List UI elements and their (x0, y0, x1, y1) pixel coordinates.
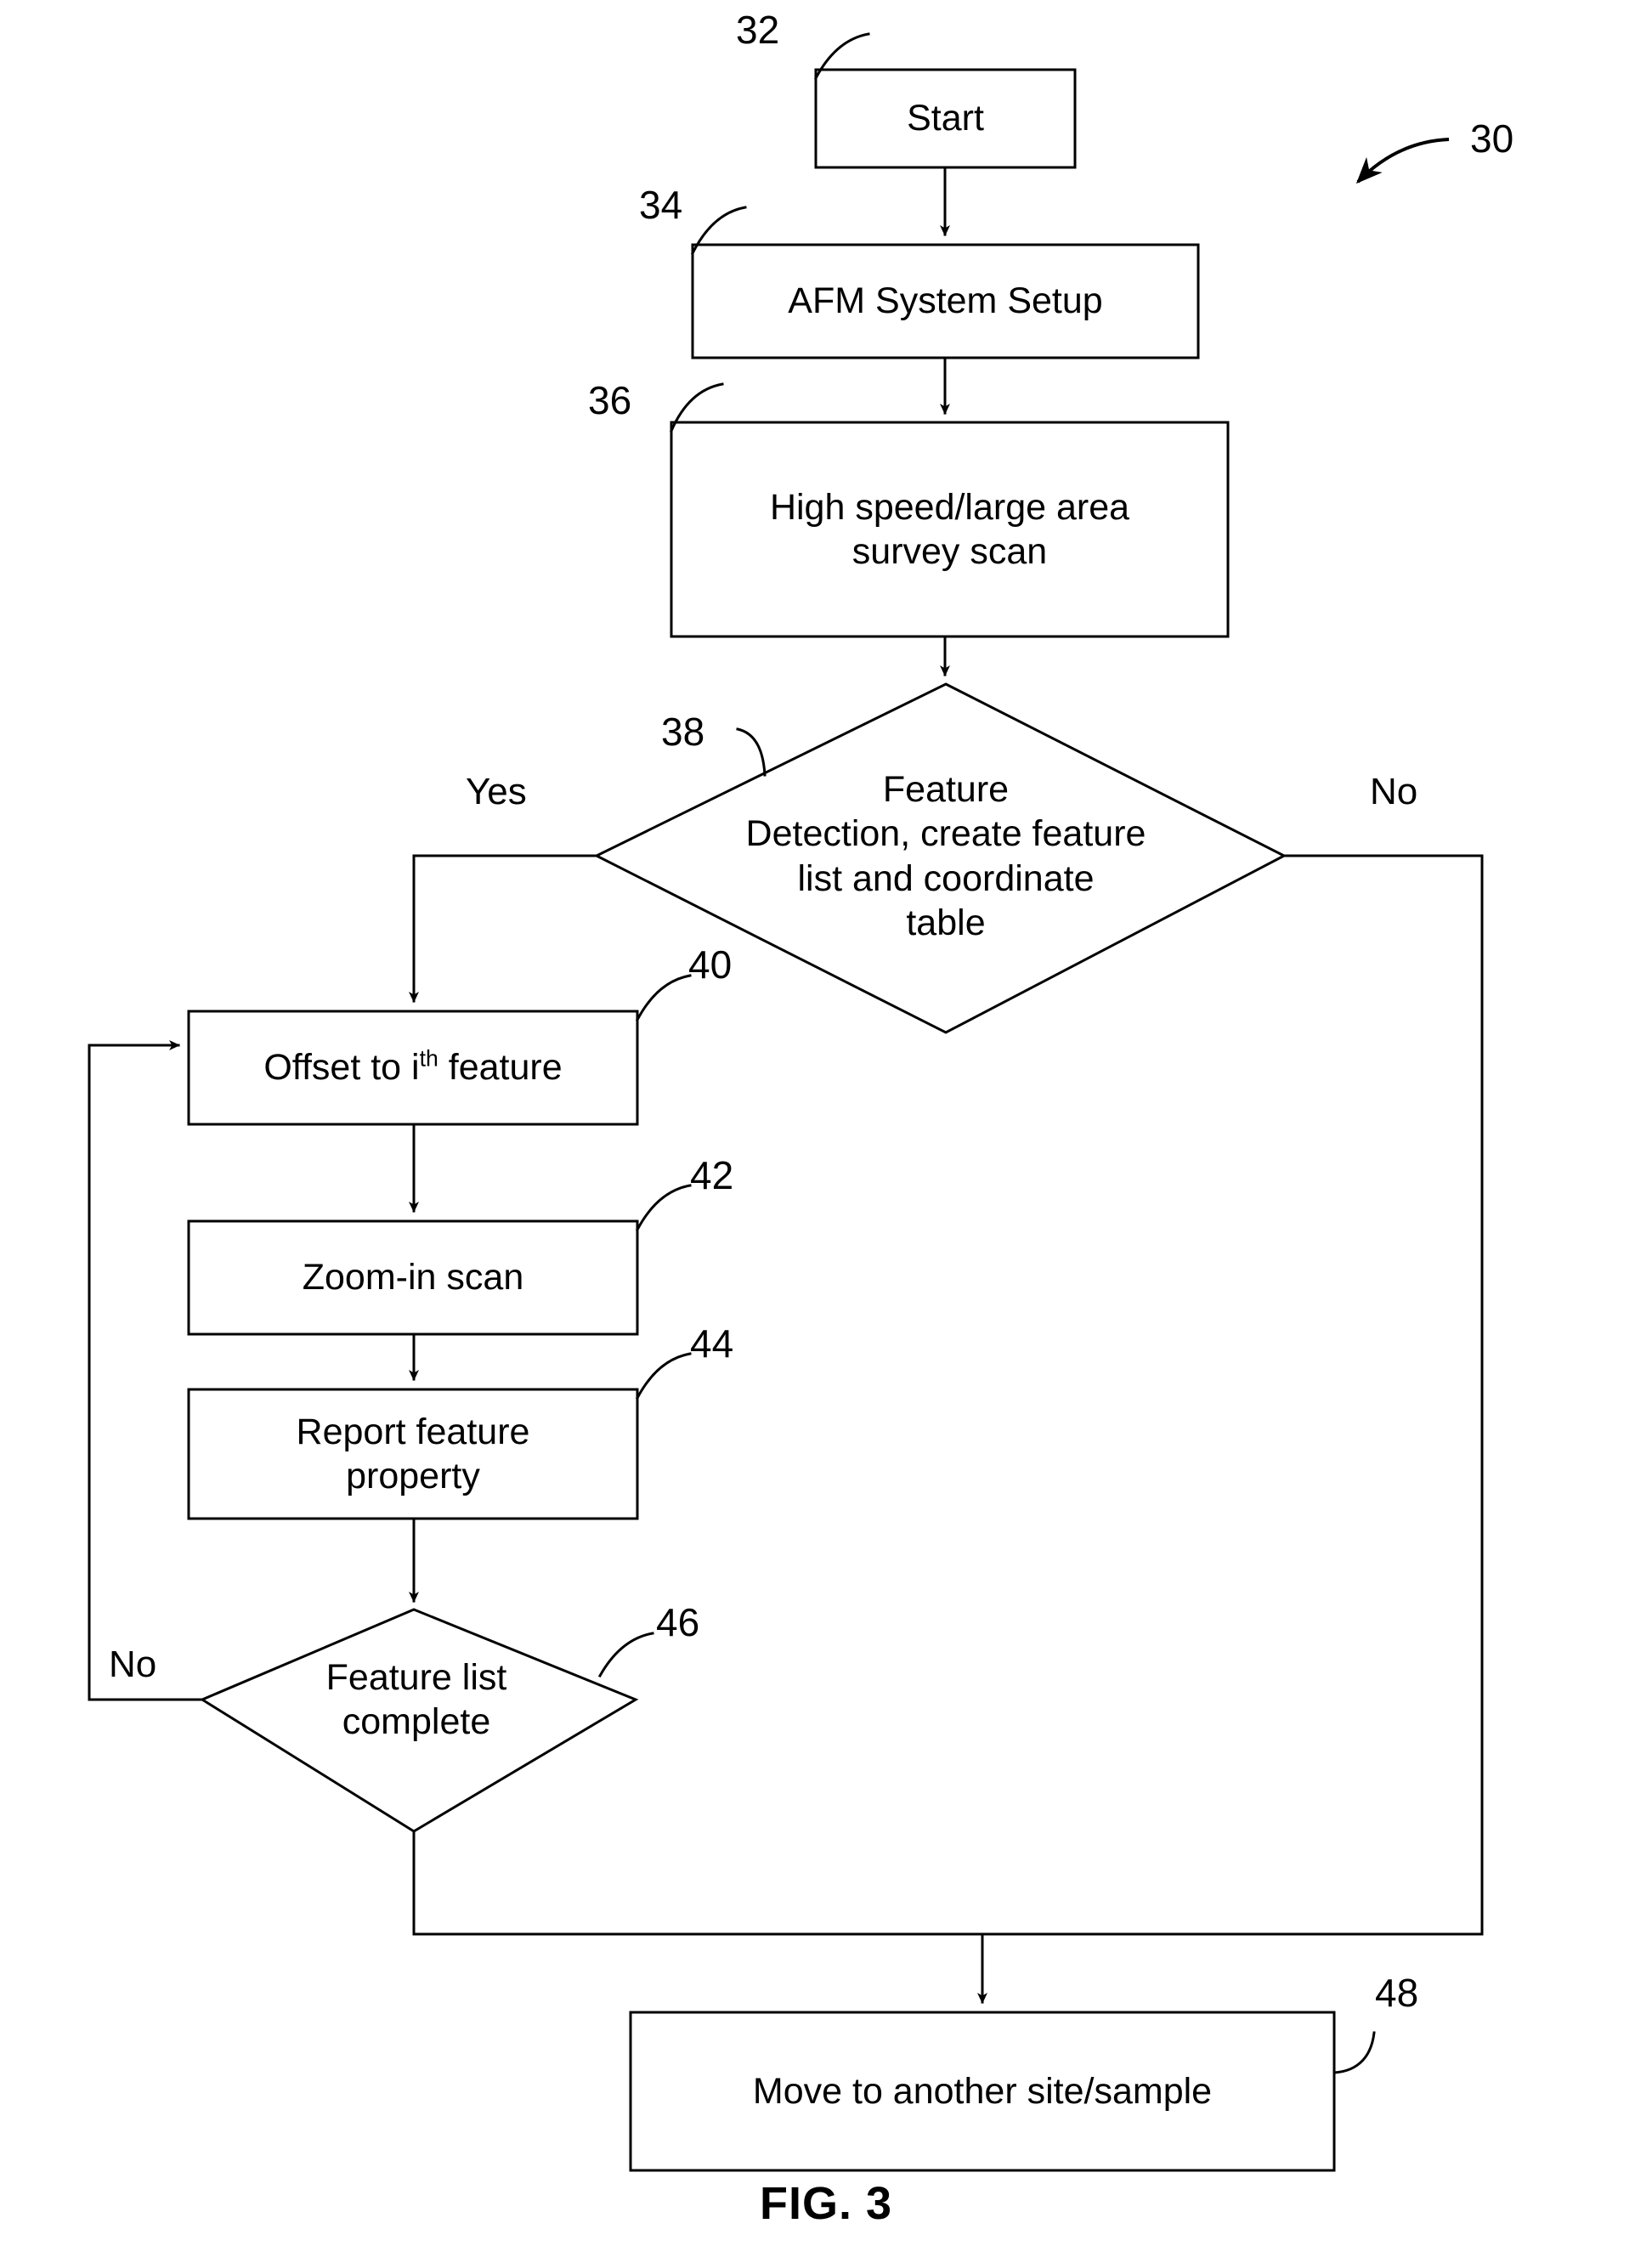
ref-numeral-48: 48 (1375, 1971, 1419, 2015)
leader-ref-48 (1332, 2031, 1376, 2074)
leader-ref-38 (736, 727, 767, 777)
ref-numeral-34: 34 (639, 183, 683, 227)
node-shape-move-site (629, 2011, 1336, 2172)
ref-numeral-46: 46 (656, 1600, 700, 1644)
ref-numeral-38: 38 (661, 710, 705, 754)
leader-ref-34 (690, 206, 747, 256)
flowchart-canvas (88, 32, 1484, 2172)
edge-label-detection-yes: Yes (466, 771, 527, 812)
leader-ref-42 (635, 1184, 692, 1232)
edge-list-complete-no-loopback (88, 1040, 204, 1701)
ref-numeral-40: 40 (688, 942, 733, 987)
ref-numeral-32: 32 (736, 8, 780, 52)
node-shape-report-property (187, 1388, 639, 1520)
leader-ref-30-arrow (1355, 138, 1450, 184)
node-shape-zoom-scan (187, 1219, 639, 1336)
ref-numeral-44: 44 (690, 1321, 734, 1366)
ref-numeral-42: 42 (690, 1153, 734, 1197)
leader-ref-36 (670, 382, 724, 433)
ref-numeral-36: 36 (588, 378, 632, 422)
ref-numeral-30: 30 (1470, 116, 1514, 161)
leader-ref-44 (635, 1352, 692, 1400)
edge-label-detection-no: No (1370, 771, 1418, 812)
leader-ref-46 (597, 1632, 654, 1678)
edge-detection-yes-to-offset (409, 854, 598, 1003)
node-shape-start (814, 68, 1077, 169)
edge-label-list-complete-no: No (109, 1644, 157, 1685)
leader-ref-32 (813, 32, 870, 81)
node-shape-afm-setup (691, 243, 1200, 359)
patent-figure-3: Start AFM System Setup High speed/large … (0, 0, 1652, 2263)
node-shape-survey-scan (670, 421, 1230, 638)
node-shape-offset-feature (187, 1010, 639, 1126)
node-shape-list-complete (199, 1608, 639, 1833)
edge-detection-no-to-bottom-rail (1282, 854, 1484, 1936)
leader-ref-40 (635, 974, 692, 1022)
figure-caption: FIG. 3 (759, 2178, 893, 2229)
